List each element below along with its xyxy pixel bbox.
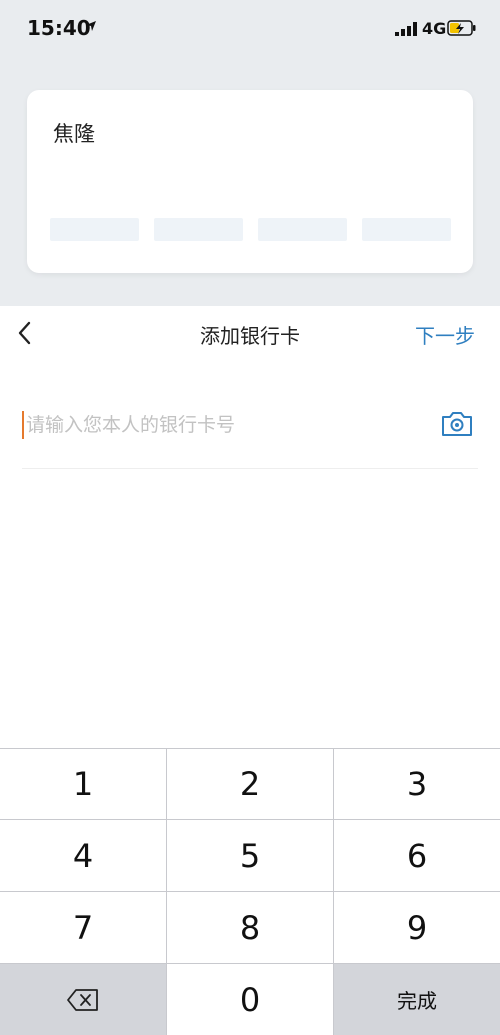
key-8[interactable]: 8 [167, 892, 333, 963]
status-time: 15:40 [27, 16, 91, 40]
card-number-row [22, 393, 478, 469]
keypad-divider [0, 819, 500, 820]
status-bar: 15:40 4G [0, 0, 500, 60]
card-number-group-3 [258, 218, 347, 241]
key-0[interactable]: 0 [167, 964, 333, 1035]
card-holder-name: 焦隆 [53, 122, 95, 146]
key-3[interactable]: 3 [334, 748, 500, 819]
next-step-button[interactable]: 下一步 [415, 320, 475, 349]
battery-charging-icon [447, 20, 476, 36]
card-number-group-1 [50, 218, 139, 241]
camera-icon[interactable] [440, 410, 474, 438]
location-arrow-icon [86, 21, 96, 31]
network-type: 4G [422, 19, 447, 38]
signal-strength-icon [395, 22, 417, 36]
key-6[interactable]: 6 [334, 820, 500, 891]
keypad-divider [0, 891, 500, 892]
key-1[interactable]: 1 [0, 748, 166, 819]
key-9[interactable]: 9 [334, 892, 500, 963]
backspace-icon [67, 988, 98, 1011]
key-5[interactable]: 5 [167, 820, 333, 891]
key-7[interactable]: 7 [0, 892, 166, 963]
keypad-divider [0, 748, 500, 749]
numeric-keypad: 1 2 3 4 5 6 7 8 9 0 完成 [0, 748, 500, 1035]
card-number-group-2 [154, 218, 243, 241]
keypad-divider [166, 748, 167, 1035]
card-preview-area: 15:40 4G 焦隆 [0, 0, 500, 306]
navigation-bar: 添加银行卡 下一步 [0, 306, 500, 360]
card-number-group-4 [362, 218, 451, 241]
key-2[interactable]: 2 [167, 748, 333, 819]
keypad-divider [333, 748, 334, 1035]
keypad-divider [0, 963, 500, 964]
done-key[interactable]: 完成 [334, 964, 500, 1035]
text-caret [22, 411, 24, 439]
card-number-input[interactable] [26, 407, 426, 443]
bank-card-preview: 焦隆 [27, 90, 473, 273]
key-4[interactable]: 4 [0, 820, 166, 891]
delete-key[interactable] [0, 964, 166, 1035]
